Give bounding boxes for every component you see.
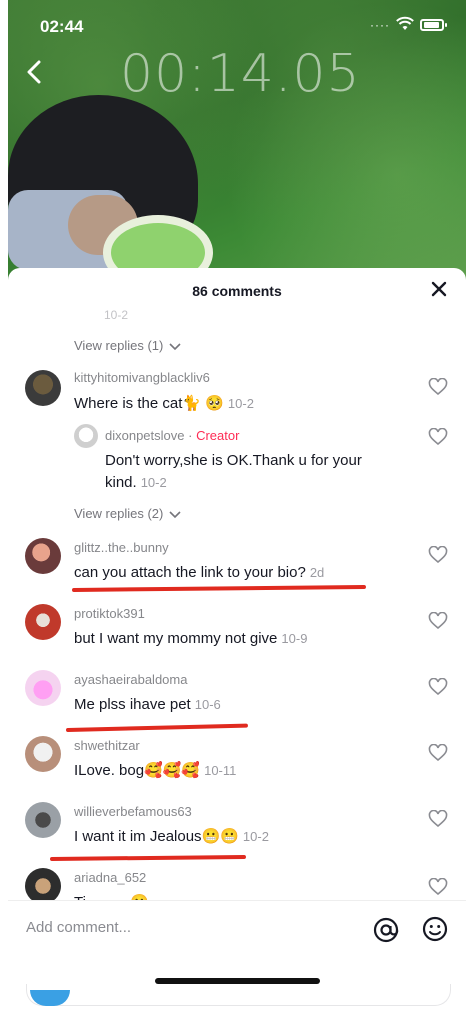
reply-body: kind.	[105, 474, 137, 491]
like-heart-icon[interactable]	[428, 378, 448, 396]
view-replies-button[interactable]: View replies (2)	[74, 506, 181, 521]
avatar[interactable]	[25, 604, 61, 640]
creator-badge: Creator	[196, 428, 240, 443]
comment-text: but I want my mommy not give 10-9	[74, 628, 307, 650]
comment-date: 10-9	[281, 631, 308, 646]
comment-input-bar: Add comment...	[8, 900, 466, 956]
comment-body: Me plss ihave pet	[74, 696, 191, 713]
faded-comment-date: 10-2	[104, 308, 129, 322]
comment-body: Where is the cat🐈 🥺	[74, 395, 224, 412]
comment-date: 10-2	[227, 396, 254, 411]
comment-username[interactable]: kittyhitomivangblackliv6	[74, 370, 210, 385]
chevron-down-icon	[169, 342, 181, 350]
comment-date: 10-11	[204, 763, 237, 778]
badge-separator: ·	[184, 428, 197, 443]
comment-text: can you attach the link to your bio? 2d	[74, 562, 324, 584]
comment-username[interactable]: willieverbefamous63	[74, 804, 192, 819]
view-replies-button[interactable]: View replies (1)	[74, 338, 181, 353]
comment-username[interactable]: ariadna_652	[74, 870, 146, 885]
video-timer: 00:14.05	[120, 44, 361, 104]
comment-username[interactable]: ayashaeirabaldoma	[74, 672, 187, 687]
reply-username[interactable]: dixonpetslove	[105, 428, 185, 443]
comment-username[interactable]: glittz..the..bunny	[74, 540, 169, 555]
comment-date: 10-6	[194, 697, 221, 712]
avatar[interactable]	[25, 868, 61, 904]
like-heart-icon[interactable]	[428, 878, 448, 896]
comment-input[interactable]: Add comment...	[26, 919, 131, 936]
back-icon[interactable]	[24, 60, 44, 84]
like-heart-icon[interactable]	[428, 612, 448, 630]
avatar[interactable]	[25, 736, 61, 772]
view-replies-label: View replies (2)	[74, 506, 164, 521]
annotation-underline	[49, 854, 247, 861]
annotation-underline	[71, 584, 367, 592]
comment-date: 2d	[309, 565, 325, 580]
comment-date: 10-2	[140, 475, 167, 490]
status-bar: 02:44 ····	[0, 14, 473, 40]
reply-username-row: dixonpetslove · Creator	[105, 428, 239, 443]
comment-text: Where is the cat🐈 🥺 10-2	[74, 393, 254, 415]
mention-at-icon[interactable]	[373, 917, 399, 943]
comment-date: 10-2	[242, 829, 269, 844]
like-heart-icon[interactable]	[428, 428, 448, 446]
comment-body: can you attach the link to your bio?	[74, 564, 306, 581]
comment-text: Me plss ihave pet 10-6	[74, 694, 221, 716]
battery-icon	[420, 19, 447, 31]
like-heart-icon[interactable]	[428, 678, 448, 696]
like-heart-icon[interactable]	[428, 546, 448, 564]
comment-body: I want it im Jealous😬😬	[74, 828, 239, 845]
annotation-underline	[65, 723, 248, 732]
avatar[interactable]	[74, 424, 98, 448]
like-heart-icon[interactable]	[428, 810, 448, 828]
home-indicator[interactable]	[155, 978, 320, 984]
wifi-icon	[396, 16, 414, 30]
avatar[interactable]	[25, 370, 61, 406]
comment-username[interactable]: shwethitzar	[74, 738, 140, 753]
status-time: 02:44	[40, 17, 84, 36]
chevron-down-icon	[169, 510, 181, 518]
like-heart-icon[interactable]	[428, 744, 448, 762]
close-icon[interactable]	[430, 280, 448, 298]
comment-text: I want it im Jealous😬😬 10-2	[74, 826, 269, 848]
avatar[interactable]	[25, 538, 61, 574]
comment-username[interactable]: protiktok391	[74, 606, 145, 621]
reply-text-line1: Don't worry,she is OK.Thank u for your	[105, 452, 362, 469]
view-replies-label: View replies (1)	[74, 338, 164, 353]
comment-text: ILove. bog🥰🥰🥰 10-11	[74, 760, 236, 782]
signal-icon: ····	[370, 18, 390, 32]
comments-count-title: 86 comments	[192, 283, 282, 299]
avatar[interactable]	[25, 802, 61, 838]
comment-body: but I want my mommy not give	[74, 630, 278, 647]
background-input-outline	[26, 984, 451, 1006]
comment-body: ILove. bog🥰🥰🥰	[74, 762, 201, 779]
reply-text-line2: kind. 10-2	[105, 472, 167, 494]
emoji-icon[interactable]	[422, 916, 448, 942]
avatar[interactable]	[25, 670, 61, 706]
